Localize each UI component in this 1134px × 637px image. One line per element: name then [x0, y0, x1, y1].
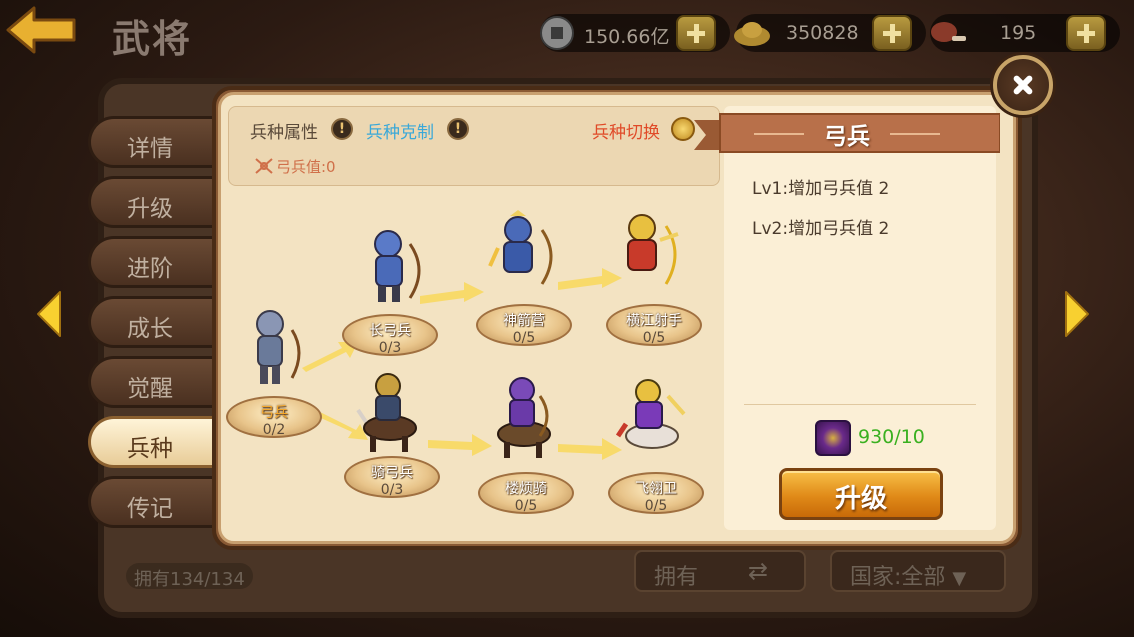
- upgrade-button[interactable]: 升级: [779, 468, 943, 520]
- close-button[interactable]: [993, 55, 1053, 115]
- tab-level-up[interactable]: 升级: [88, 176, 224, 228]
- node-progress: 0/5: [514, 498, 538, 514]
- node-name: 飞翎卫: [635, 481, 677, 497]
- troop-node-loufan-cavalry[interactable]: 楼烦骑 0/5: [478, 460, 574, 516]
- next-general-arrow[interactable]: [1062, 288, 1092, 340]
- dropdown-triangle-icon: ▼: [952, 568, 967, 589]
- country-filter-label: 国家:全部: [850, 565, 946, 590]
- node-name: 楼烦骑: [505, 481, 547, 497]
- add-stamina-button[interactable]: [1066, 15, 1106, 51]
- coin-value: 150.66亿: [584, 26, 670, 48]
- troop-switch-button[interactable]: 兵种切换: [592, 118, 660, 143]
- add-coin-button[interactable]: [676, 15, 716, 51]
- tab-awaken[interactable]: 觉醒: [88, 356, 224, 408]
- tab-growth[interactable]: 成长: [88, 296, 224, 348]
- node-name: 弓兵: [260, 405, 288, 421]
- node-name: 长弓兵: [369, 323, 411, 339]
- archer-value: 弓兵值:0: [276, 158, 336, 176]
- stamina-resource: 195: [930, 14, 1120, 52]
- level-bonus-line: Lv2:增加弓兵值 2: [752, 219, 890, 239]
- tab-label: 成长: [127, 316, 173, 342]
- tab-label: 进阶: [127, 256, 173, 282]
- feiyu-guard-unit-icon: [616, 379, 686, 449]
- gold-value: 350828: [786, 22, 859, 44]
- switch-icon[interactable]: [671, 117, 695, 141]
- loufan-cavalry-unit-icon: [497, 377, 551, 458]
- crossed-swords-icon: [255, 158, 273, 174]
- owned-sort-button[interactable]: 拥有 ⇄: [634, 550, 806, 592]
- cost-count: 930/10: [858, 426, 925, 448]
- troop-node-divine-archer[interactable]: 神箭营 0/5: [476, 292, 572, 348]
- attribute-info-icon[interactable]: !: [331, 118, 353, 140]
- tab-label: 兵种: [127, 436, 173, 462]
- divine-archer-unit-icon: [488, 210, 553, 285]
- node-progress: 0/5: [644, 498, 668, 514]
- gold-resource: 350828: [734, 14, 926, 52]
- tab-label: 升级: [127, 196, 173, 222]
- troop-token-icon: [815, 420, 851, 456]
- longbow-archer-unit-icon: [374, 230, 421, 302]
- level-bonus-line: Lv1:增加弓兵值 2: [752, 179, 890, 199]
- troop-node-horse-archer[interactable]: 骑弓兵 0/3: [344, 444, 440, 500]
- previous-general-arrow[interactable]: [34, 288, 64, 340]
- coin-icon: [540, 16, 574, 50]
- stamina-value: 195: [1000, 22, 1037, 44]
- page-title: 武将: [112, 17, 193, 61]
- country-filter-dropdown[interactable]: 国家:全部 ▼: [830, 550, 1006, 592]
- add-gold-button[interactable]: [872, 15, 912, 51]
- yangtze-archer-unit-icon: [627, 214, 679, 285]
- horse-archer-unit-icon: [356, 373, 417, 452]
- detail-title: 弓兵: [824, 124, 870, 150]
- node-progress: 0/5: [512, 330, 536, 346]
- troop-node-feiyu-guard[interactable]: 飞翎卫 0/5: [608, 460, 704, 516]
- node-progress: 0/3: [380, 482, 404, 498]
- meat-icon: [931, 22, 966, 42]
- back-arrow-button[interactable]: [4, 4, 78, 56]
- node-progress: 0/2: [262, 422, 286, 438]
- tab-label: 觉醒: [127, 376, 173, 402]
- upgrade-label: 升级: [834, 484, 887, 514]
- node-name: 神箭营: [503, 313, 545, 329]
- gold-ingot-icon: [734, 22, 770, 46]
- tab-label: 传记: [127, 496, 173, 522]
- troop-counter-label[interactable]: 兵种克制: [366, 118, 434, 143]
- tab-label: 详情: [127, 136, 173, 162]
- troop-detail-panel: [724, 106, 996, 530]
- tab-biography[interactable]: 传记: [88, 476, 224, 528]
- swap-icon: ⇄: [748, 557, 769, 585]
- divider: [744, 404, 976, 405]
- troop-node-archer[interactable]: 弓兵 0/2: [226, 384, 322, 440]
- tab-advance[interactable]: 进阶: [88, 236, 224, 288]
- archer-unit-icon: [256, 310, 301, 384]
- owned-count: 拥有134/134: [126, 563, 253, 590]
- owned-sort-label: 拥有: [654, 565, 699, 590]
- node-progress: 0/3: [378, 340, 402, 356]
- troop-node-longbow[interactable]: 长弓兵 0/3: [342, 302, 438, 358]
- tab-troop-type[interactable]: 兵种: [88, 416, 224, 468]
- tab-details[interactable]: 详情: [88, 116, 224, 168]
- counter-info-icon[interactable]: !: [447, 118, 469, 140]
- node-progress: 0/5: [642, 330, 666, 346]
- silver-coin-resource: 150.66亿: [540, 14, 730, 52]
- node-name: 骑弓兵: [371, 465, 413, 481]
- troop-node-yangtze-archer[interactable]: 横江射手 0/5: [606, 292, 702, 348]
- node-name: 横江射手: [626, 313, 682, 329]
- troop-attribute-label: 兵种属性: [250, 123, 318, 143]
